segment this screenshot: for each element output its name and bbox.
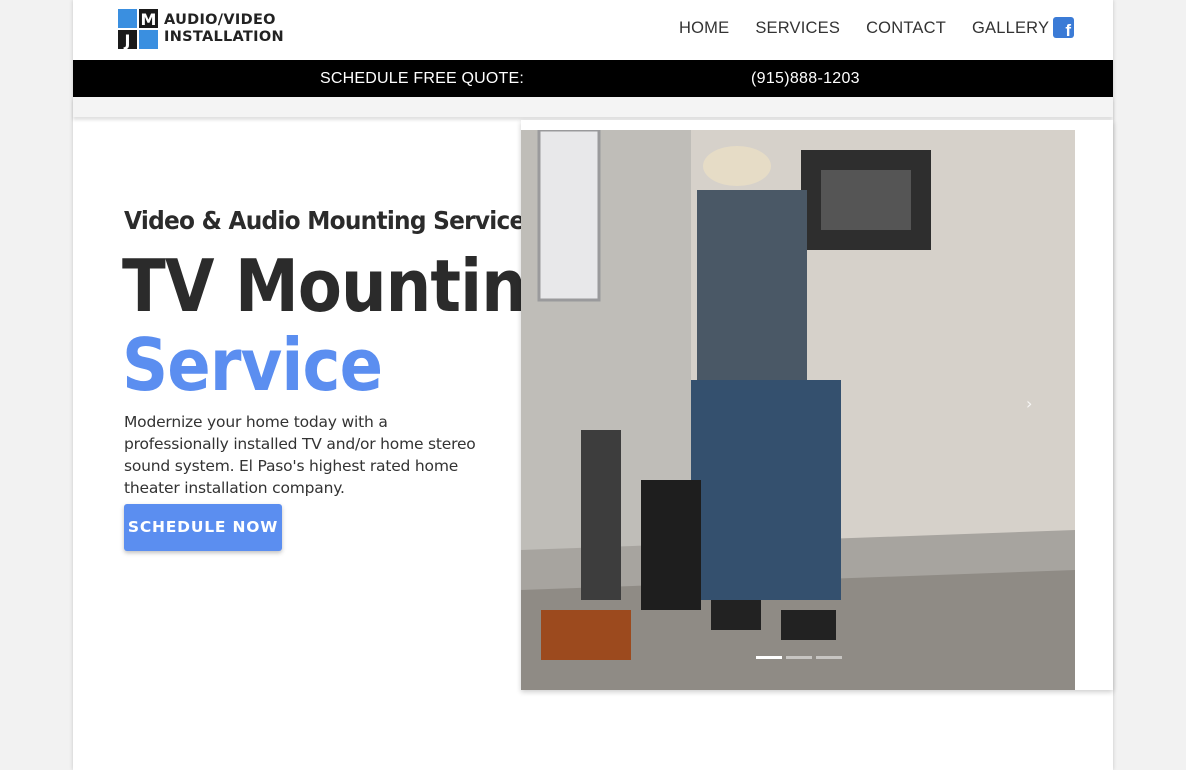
page-container: M J AUDIO/VIDEO INSTALLATION HOME SERVIC… — [73, 0, 1113, 770]
nav-contact[interactable]: CONTACT — [866, 19, 946, 38]
quote-label: SCHEDULE FREE QUOTE: — [320, 70, 525, 87]
schedule-now-button[interactable]: SCHEDULE NOW — [124, 504, 282, 551]
chevron-right-icon[interactable]: › — [1026, 394, 1032, 413]
nav-services[interactable]: SERVICES — [755, 19, 840, 38]
logo-letter-m: M — [141, 10, 157, 29]
logo-mark: M J — [118, 9, 158, 49]
site-header: M J AUDIO/VIDEO INSTALLATION HOME SERVIC… — [73, 0, 1113, 60]
image-carousel: › — [521, 120, 1113, 690]
carousel-indicator[interactable] — [786, 656, 812, 659]
logo[interactable]: M J AUDIO/VIDEO INSTALLATION — [118, 9, 284, 49]
carousel-indicators — [756, 656, 842, 659]
hero-description: Modernize your home today with a profess… — [124, 413, 476, 497]
hero-title: TV Mounting — [122, 244, 572, 328]
main-nav: HOME SERVICES CONTACT GALLERY — [679, 19, 1075, 38]
carousel-indicator[interactable] — [816, 656, 842, 659]
carousel-photo — [521, 130, 1075, 690]
logo-line-1: AUDIO/VIDEO — [164, 12, 276, 28]
facebook-icon[interactable]: f — [1053, 17, 1074, 39]
nav-home[interactable]: HOME — [679, 19, 729, 38]
nav-gallery[interactable]: GALLERY — [972, 19, 1049, 38]
quote-phone-link[interactable]: (915)888-1203 — [751, 70, 860, 88]
header-divider — [73, 97, 1113, 117]
quote-bar: SCHEDULE FREE QUOTE: (915)888-1203 — [73, 60, 1113, 97]
hero-title-accent: Service — [122, 323, 383, 407]
carousel-indicator[interactable] — [756, 656, 782, 659]
logo-line-2: INSTALLATION — [164, 29, 284, 45]
hero-subtitle: Video & Audio Mounting Service — [124, 206, 525, 235]
logo-letter-j: J — [124, 31, 131, 49]
